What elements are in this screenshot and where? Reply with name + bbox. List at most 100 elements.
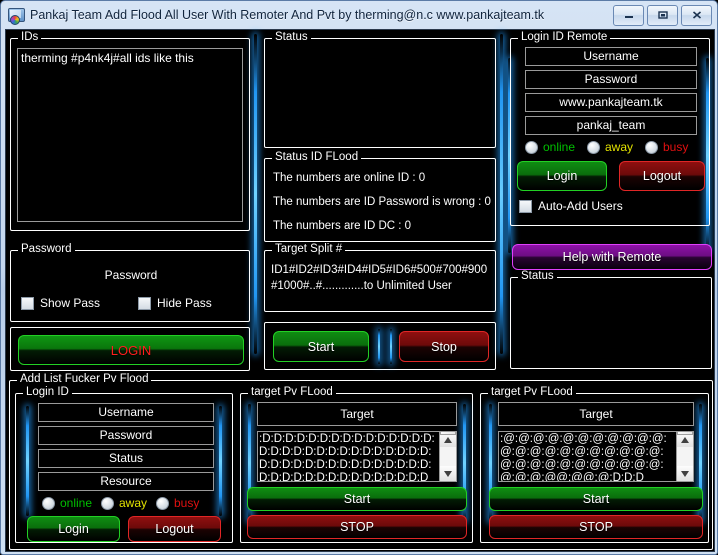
login-id-remote-label: Login ID Remote [518, 31, 611, 44]
list-radio-busy-dot[interactable] [156, 496, 169, 510]
status-id-flood-group: Status ID FLood The numbers are online I… [264, 151, 496, 242]
remote-room-field[interactable]: pankaj_team [525, 116, 697, 135]
remote-login-button[interactable]: Login [517, 161, 607, 191]
list-radio-online-label: online [60, 496, 93, 510]
list-radio-busy[interactable]: busy [156, 496, 199, 510]
pv-flood-right-stop-button[interactable]: STOP [489, 515, 703, 539]
status-id-flood-label: Status ID FLood [272, 151, 362, 164]
app-monitor-icon [7, 7, 25, 25]
pv-flood-left-group: target Pv FLood Target :D:D:D:D:D:D:D:D:… [240, 386, 473, 543]
status-online-count: The numbers are online ID : 0 [273, 172, 426, 184]
password-group-label: Password [18, 243, 75, 256]
pv-flood-right-message-text[interactable]: :@:@:@:@:@:@:@:@:@:@:@:@:@:@:@:@:@:@:@:@… [499, 432, 676, 481]
login-id-remote-group: Login ID Remote Username Password www.pa… [510, 31, 710, 226]
scrollbar-track[interactable] [677, 432, 693, 466]
list-logout-button[interactable]: Logout [128, 516, 221, 542]
add-list-group: Add List Fucker Pv Flood Login ID Userna… [9, 373, 713, 550]
window-controls [613, 4, 712, 26]
password-group: Password Password Show Pass Hide Pass [10, 243, 251, 322]
pv-flood-right-start-button[interactable]: Start [489, 487, 703, 511]
auto-add-users-checkbox-box[interactable] [519, 199, 532, 213]
pv-flood-right-group: target Pv FLood Target :@:@:@:@:@:@:@:@:… [480, 386, 709, 543]
list-status-field[interactable]: Status [38, 449, 214, 468]
auto-add-users-checkbox[interactable]: Auto-Add Users [519, 199, 623, 213]
show-pass-checkbox-box[interactable] [21, 296, 34, 310]
ids-textarea[interactable]: therming #p4nk4j#all ids like this [17, 48, 243, 222]
list-username-field[interactable]: Username [38, 403, 214, 422]
pv-flood-right-target-field[interactable]: Target [498, 402, 694, 426]
auto-add-users-label: Auto-Add Users [538, 199, 623, 213]
start-button[interactable]: Start [273, 331, 369, 362]
list-login-button[interactable]: Login [27, 516, 120, 542]
remote-radio-away[interactable]: away [587, 140, 633, 154]
divider-glow-actions-b [390, 329, 392, 364]
minimize-button[interactable] [613, 4, 644, 26]
remote-radio-online-dot[interactable] [525, 140, 538, 154]
pv-flood-left-target-field[interactable]: Target [257, 402, 457, 426]
ids-group: IDs therming #p4nk4j#all ids like this [10, 31, 250, 231]
target-split-line-2: #1000#..#.............to Unlimited User [271, 280, 452, 292]
show-pass-label: Show Pass [40, 296, 101, 310]
pv-flood-right-message-box[interactable]: :@:@:@:@:@:@:@:@:@:@:@:@:@:@:@:@:@:@:@:@… [498, 431, 694, 482]
divider-glow-loginid-right [219, 406, 222, 516]
application-window: Pankaj Team Add Flood All User With Remo… [0, 0, 718, 555]
pv-flood-left-message-box[interactable]: :D:D:D:D:D:D:D:D:D:D:D:D:D:D:D:D:D:D:D:D… [257, 431, 457, 482]
hide-pass-checkbox-box[interactable] [138, 296, 151, 310]
help-with-remote-button[interactable]: Help with Remote [512, 244, 712, 270]
remote-password-field[interactable]: Password [525, 70, 697, 89]
pv-flood-left-start-button[interactable]: Start [247, 487, 467, 511]
pv-flood-left-label: target Pv FLood [248, 386, 336, 399]
status-dc-count: The numbers are ID DC : 0 [273, 220, 412, 232]
login-button-panel: LOGIN [10, 327, 250, 371]
list-radio-away-label: away [119, 496, 148, 510]
hide-pass-checkbox[interactable]: Hide Pass [138, 296, 212, 310]
divider-glow-actions-a [378, 329, 380, 364]
pv-flood-right-scrollbar[interactable] [676, 432, 693, 481]
login-button[interactable]: LOGIN [18, 335, 244, 365]
status-log[interactable] [269, 45, 493, 143]
remote-radio-away-label: away [605, 140, 634, 154]
list-password-field[interactable]: Password [38, 426, 214, 445]
close-button[interactable] [681, 4, 712, 26]
list-radio-away-dot[interactable] [101, 496, 114, 510]
remote-radio-away-dot[interactable] [587, 140, 600, 154]
divider-glow-left [254, 34, 257, 354]
target-split-label: Target Split # [272, 243, 346, 256]
list-radio-away[interactable]: away [101, 496, 147, 510]
pv-flood-left-stop-button[interactable]: STOP [247, 515, 467, 539]
remote-radio-busy[interactable]: busy [645, 140, 688, 154]
scrollbar-thumb[interactable] [677, 432, 693, 435]
scroll-down-icon[interactable] [440, 466, 456, 481]
hide-pass-label: Hide Pass [157, 296, 212, 310]
scrollbar-track[interactable] [440, 432, 456, 466]
list-radio-online-dot[interactable] [42, 496, 55, 510]
scroll-down-icon[interactable] [677, 466, 693, 481]
remote-status-label: Status [518, 270, 557, 283]
login-id-group: Login ID Username Password Status Resour… [15, 386, 233, 543]
remote-status-log[interactable] [515, 284, 707, 364]
ids-group-label: IDs [18, 31, 42, 44]
scrollbar-thumb[interactable] [440, 432, 456, 435]
stop-button[interactable]: Stop [399, 331, 489, 362]
remote-username-field[interactable]: Username [525, 47, 697, 66]
remote-radio-online[interactable]: online [525, 140, 575, 154]
client-area: IDs therming #p4nk4j#all ids like this P… [5, 29, 715, 552]
divider-glow-loginid-left [26, 406, 29, 516]
title-bar: Pankaj Team Add Flood All User With Remo… [1, 1, 717, 29]
list-resource-field[interactable]: Resource [38, 472, 214, 491]
remote-radio-busy-label: busy [663, 140, 689, 154]
pv-flood-left-message-text[interactable]: :D:D:D:D:D:D:D:D:D:D:D:D:D:D:D:D:D:D:D:D… [258, 432, 439, 481]
show-pass-checkbox[interactable]: Show Pass [21, 296, 100, 310]
password-field-text[interactable]: Password [11, 268, 251, 282]
flood-actions-panel: Start Stop [264, 322, 496, 370]
pv-flood-left-scrollbar[interactable] [439, 432, 456, 481]
pv-flood-right-label: target Pv FLood [488, 386, 576, 399]
remote-radio-busy-dot[interactable] [645, 140, 658, 154]
remote-status-group: Status [510, 270, 712, 369]
remote-site-field[interactable]: www.pankajteam.tk [525, 93, 697, 112]
remote-logout-button[interactable]: Logout [619, 161, 705, 191]
divider-glow-right [500, 34, 503, 354]
list-radio-online[interactable]: online [42, 496, 92, 510]
login-id-group-label: Login ID [23, 386, 72, 399]
maximize-button[interactable] [647, 4, 678, 26]
